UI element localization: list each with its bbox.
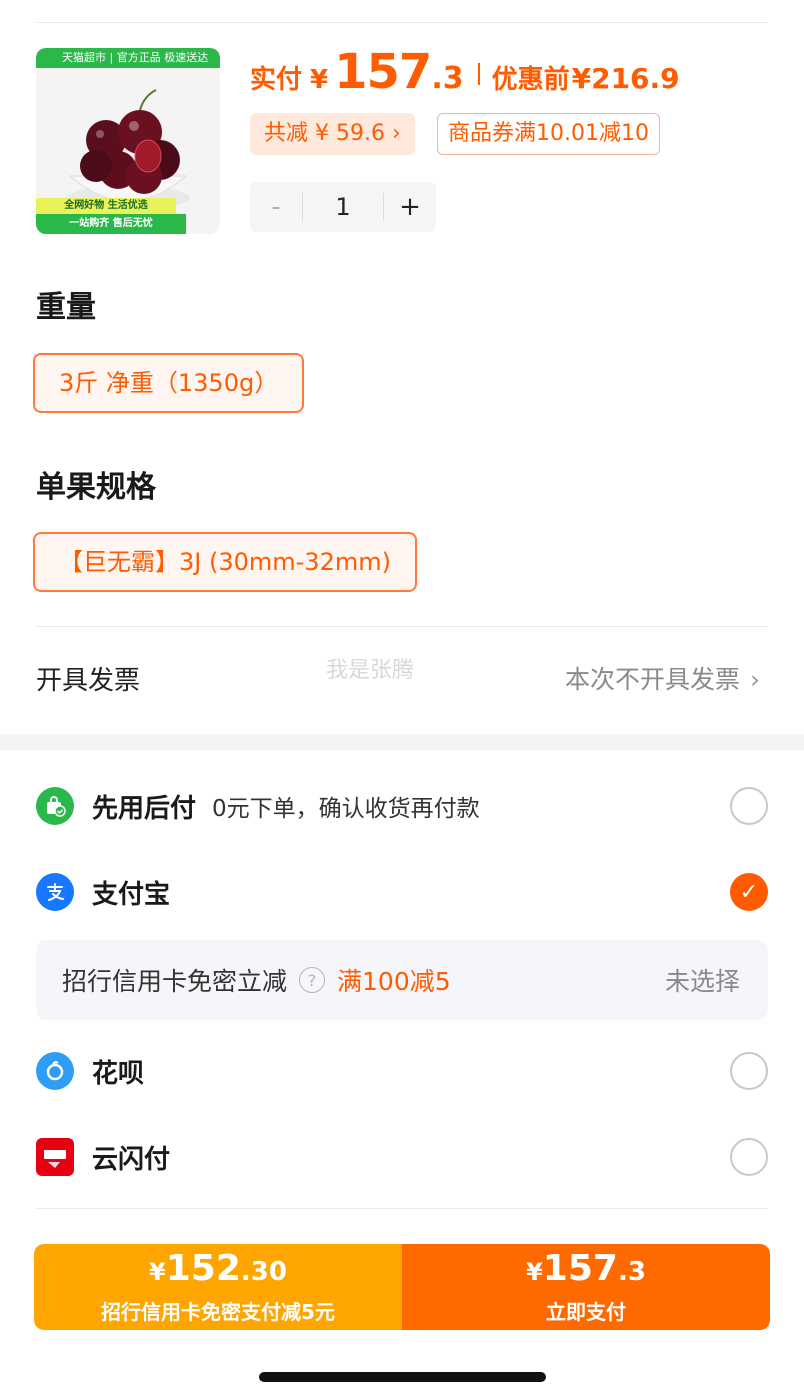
pay-now-amount: ¥157.3 <box>526 1247 646 1294</box>
image-tag-2: 一站购齐 售后无忧 <box>36 214 186 234</box>
help-icon[interactable]: ? <box>299 967 326 993</box>
payment-desc: 0元下单，确认收货再付款 <box>212 796 480 822</box>
payment-option-huabei[interactable]: 花呗 <box>36 1041 768 1101</box>
promo-status: 未选择 <box>664 967 740 996</box>
invoice-selector[interactable]: 本次不开具发票 › <box>565 660 760 696</box>
card-discount-pay-button[interactable]: ¥152.30 招行信用卡免密支付减5元 <box>34 1244 402 1330</box>
spec-option-selected[interactable]: 【巨无霸】3J (30mm-32mm) <box>33 532 417 592</box>
home-indicator[interactable] <box>259 1372 546 1382</box>
pre-discount-label: 优惠前 <box>491 65 570 95</box>
unionpay-quickpass-icon <box>36 1138 74 1176</box>
invoice-value: 本次不开具发票 <box>564 665 740 694</box>
pay-label: 实付 <box>250 65 303 95</box>
price-separator <box>477 63 480 85</box>
discount-amount: ¥152.30 <box>149 1247 287 1294</box>
amount-int: 157 <box>542 1247 618 1289</box>
currency-symbol: ¥ <box>149 1257 166 1286</box>
pre-discount-value: ¥216.9 <box>571 62 680 95</box>
radio-unchecked[interactable] <box>730 787 768 825</box>
promo-deal: 满100减5 <box>337 967 451 996</box>
pay-now-label: 立即支付 <box>546 1299 626 1324</box>
pay-bar: ¥152.30 招行信用卡免密支付减5元 ¥157.3 立即支付 <box>34 1244 770 1330</box>
watermark: 我是张腾 <box>326 658 415 683</box>
card-discount-label: 招行信用卡免密支付减5元 <box>101 1299 335 1324</box>
total-discount-tag[interactable]: 共减 ¥ 59.6 › <box>250 113 415 155</box>
payment-option-unionpay[interactable]: 云闪付 <box>36 1127 768 1187</box>
pay-amount-dec: .3 <box>431 61 464 96</box>
huabei-icon <box>36 1052 74 1090</box>
weight-title: 重量 <box>36 290 96 325</box>
image-tags: 全网好物 生活优选 一站购齐 售后无忧 <box>36 198 220 234</box>
bag-check-icon <box>36 787 74 825</box>
amount-dec: .3 <box>617 1256 646 1287</box>
pay-amount-int: 157 <box>334 44 432 100</box>
coupon-tag: 商品券满10.01减10 <box>437 113 660 155</box>
radio-unchecked[interactable] <box>730 1052 768 1090</box>
quantity-value[interactable]: 1 <box>302 193 384 221</box>
divider <box>36 1208 768 1209</box>
currency-symbol: ¥ <box>526 1257 543 1286</box>
chevron-right-icon: › <box>750 665 760 694</box>
decrement-button[interactable]: - <box>250 192 302 222</box>
alipay-icon <box>36 873 74 911</box>
price-line: 实付 ¥ 157 .3 优惠前 ¥216.9 <box>250 44 680 104</box>
pay-now-button[interactable]: ¥157.3 立即支付 <box>402 1244 770 1330</box>
payment-option-alipay[interactable]: 支付宝 ✓ <box>36 862 768 922</box>
product-image[interactable]: 天猫超市 | 官方正品 极速送达 全网好物 生活优选 一站购齐 售后无忧 <box>36 48 220 234</box>
weight-option-selected[interactable]: 3斤 净重（1350g） <box>33 353 305 413</box>
payment-name: 先用后付 <box>92 793 197 824</box>
quantity-stepper: - 1 + <box>250 182 436 232</box>
payment-name: 云闪付 <box>92 1144 171 1175</box>
spec-title: 单果规格 <box>36 470 156 505</box>
promo-selector[interactable]: 招行信用卡免密立减 ? 满100减5 未选择 <box>36 940 768 1020</box>
increment-button[interactable]: + <box>384 192 436 222</box>
payment-option-pay-later[interactable]: 先用后付 0元下单，确认收货再付款 <box>36 776 768 836</box>
top-divider <box>36 22 768 23</box>
divider <box>36 626 768 627</box>
payment-name: 花呗 <box>92 1058 145 1089</box>
invoice-label: 开具发票 <box>36 666 141 696</box>
section-separator <box>0 734 804 750</box>
radio-unchecked[interactable] <box>730 1138 768 1176</box>
promo-label: 招行信用卡免密立减 <box>62 967 288 996</box>
amount-int: 152 <box>165 1247 241 1289</box>
image-tag-1: 全网好物 生活优选 <box>36 198 176 214</box>
payment-name: 支付宝 <box>92 879 171 910</box>
amount-dec: .30 <box>240 1256 287 1287</box>
radio-checked-icon[interactable]: ✓ <box>730 873 768 911</box>
pay-currency: ¥ <box>310 65 329 95</box>
